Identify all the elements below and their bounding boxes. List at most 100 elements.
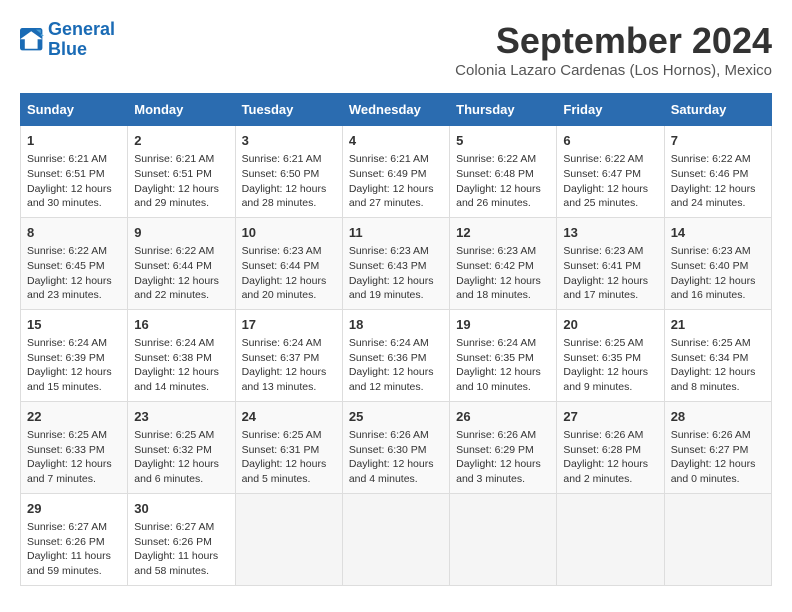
calendar-cell: 11 Sunrise: 6:23 AM Sunset: 6:43 PM Dayligh… (342, 217, 449, 309)
day-number: 1 (27, 132, 121, 150)
sunrise-text: Sunrise: 6:27 AM (134, 521, 214, 533)
day-number: 25 (349, 408, 443, 426)
calendar-cell: 18Sunrise: 6:24 AMSunset: 6:36 PMDayligh… (342, 309, 449, 401)
sunrise-text: Sunrise: 6:23 AM (242, 245, 322, 257)
calendar-cell: 8Sunrise: 6:22 AMSunset: 6:45 PMDaylight… (21, 217, 128, 309)
sunset-text: Sunset: 6:40 PM (671, 260, 749, 272)
sunrise-text: Sunrise: 6:22 AM (134, 245, 214, 257)
daylight-text: Daylight: 12 hours and 13 minutes. (242, 366, 327, 393)
sunset-text: Sunset: 6:47 PM (563, 168, 641, 180)
daylight-text: Daylight: 12 hours and 6 minutes. (134, 458, 219, 485)
sunrise-text: Sunrise: 6:23 AM (563, 245, 643, 257)
day-number: 27 (563, 408, 657, 426)
calendar-week-row: 15Sunrise: 6:24 AMSunset: 6:39 PMDayligh… (21, 309, 772, 401)
calendar-cell: 28Sunrise: 6:26 AMSunset: 6:27 PMDayligh… (664, 401, 771, 493)
calendar-cell: 24Sunrise: 6:25 AMSunset: 6:31 PMDayligh… (235, 401, 342, 493)
sunrise-text: Sunrise: 6:23 AM (349, 245, 429, 257)
logo: General Blue (20, 20, 115, 60)
calendar-week-row: 1 Sunrise: 6:21 AM Sunset: 6:51 PM Daylight… (21, 126, 772, 218)
weekday-header-sunday: Sunday (21, 94, 128, 126)
calendar-header: SundayMondayTuesdayWednesdayThursdayFrid… (21, 94, 772, 126)
logo-text: General Blue (48, 20, 115, 60)
calendar-cell (450, 493, 557, 585)
day-number: 20 (563, 316, 657, 334)
sunset-text: Sunset: 6:48 PM (456, 168, 534, 180)
sunrise-text: Sunrise: 6:21 AM (134, 153, 214, 165)
calendar-cell: 26Sunrise: 6:26 AMSunset: 6:29 PMDayligh… (450, 401, 557, 493)
weekday-header-saturday: Saturday (664, 94, 771, 126)
daylight-text: Daylight: 11 hours and 59 minutes. (27, 550, 111, 577)
day-number: 26 (456, 408, 550, 426)
sunset-text: Sunset: 6:39 PM (27, 352, 105, 364)
daylight-text: Daylight: 12 hours and 3 minutes. (456, 458, 541, 485)
daylight-text: Daylight: 12 hours and 8 minutes. (671, 366, 756, 393)
day-number: 9 (134, 224, 228, 242)
day-number: 13 (563, 224, 657, 242)
daylight-text: Daylight: 12 hours and 0 minutes. (671, 458, 756, 485)
daylight-text: Daylight: 11 hours and 58 minutes. (134, 550, 218, 577)
sunset-text: Sunset: 6:35 PM (456, 352, 534, 364)
weekday-header-friday: Friday (557, 94, 664, 126)
calendar-cell: 2 Sunrise: 6:21 AM Sunset: 6:51 PM Daylight… (128, 126, 235, 218)
daylight-text: Daylight: 12 hours and 5 minutes. (242, 458, 327, 485)
day-number: 11 (349, 224, 443, 242)
calendar-cell: 16Sunrise: 6:24 AMSunset: 6:38 PMDayligh… (128, 309, 235, 401)
sunrise-text: Sunrise: 6:22 AM (671, 153, 751, 165)
calendar-cell: 4Sunrise: 6:21 AMSunset: 6:49 PMDaylight… (342, 126, 449, 218)
calendar-week-row: 8Sunrise: 6:22 AMSunset: 6:45 PMDaylight… (21, 217, 772, 309)
sunrise-text: Sunrise: 6:25 AM (563, 337, 643, 349)
calendar-cell: 21Sunrise: 6:25 AMSunset: 6:34 PMDayligh… (664, 309, 771, 401)
daylight-text: Daylight: 12 hours and 17 minutes. (563, 275, 648, 302)
daylight-text: Daylight: 12 hours and 9 minutes. (563, 366, 648, 393)
logo-line1: General (48, 19, 115, 39)
weekday-header-wednesday: Wednesday (342, 94, 449, 126)
calendar-week-row: 22Sunrise: 6:25 AMSunset: 6:33 PMDayligh… (21, 401, 772, 493)
calendar-cell: 10Sunrise: 6:23 AMSunset: 6:44 PMDayligh… (235, 217, 342, 309)
sunrise-text: Sunrise: 6:22 AM (27, 245, 107, 257)
calendar-cell: 15Sunrise: 6:24 AMSunset: 6:39 PMDayligh… (21, 309, 128, 401)
day-number: 24 (242, 408, 336, 426)
day-number: 4 (349, 132, 443, 150)
sunset-text: Sunset: 6:51 PM (27, 168, 105, 180)
sunset-text: Sunset: 6:34 PM (671, 352, 749, 364)
sunset-text: Sunset: 6:41 PM (563, 260, 641, 272)
sunrise-text: Sunrise: 6:23 AM (671, 245, 751, 257)
day-number: 28 (671, 408, 765, 426)
day-number: 12 (456, 224, 550, 242)
weekday-header-monday: Monday (128, 94, 235, 126)
sunset-text: Sunset: 6:26 PM (27, 536, 105, 548)
calendar-cell: 23Sunrise: 6:25 AMSunset: 6:32 PMDayligh… (128, 401, 235, 493)
sunrise-text: Sunrise: 6:26 AM (563, 429, 643, 441)
sunrise-text: Sunrise: 6:21 AM (27, 153, 107, 165)
day-number: 2 (134, 132, 228, 150)
sunrise-text: Sunrise: 6:25 AM (242, 429, 322, 441)
calendar-cell: 25Sunrise: 6:26 AMSunset: 6:30 PMDayligh… (342, 401, 449, 493)
daylight-text: Daylight: 12 hours and 29 minutes. (134, 183, 219, 210)
sunrise-text: Sunrise: 6:25 AM (134, 429, 214, 441)
sunset-text: Sunset: 6:35 PM (563, 352, 641, 364)
day-number: 29 (27, 500, 121, 518)
sunset-text: Sunset: 6:36 PM (349, 352, 427, 364)
day-number: 10 (242, 224, 336, 242)
day-number: 15 (27, 316, 121, 334)
sunrise-text: Sunrise: 6:22 AM (563, 153, 643, 165)
day-number: 6 (563, 132, 657, 150)
sunset-text: Sunset: 6:43 PM (349, 260, 427, 272)
daylight-text: Daylight: 12 hours and 18 minutes. (456, 275, 541, 302)
calendar-cell: 1Sunrise: 6:21 AMSunset: 6:51 PMDaylight… (21, 126, 128, 218)
sunset-text: Sunset: 6:27 PM (671, 444, 749, 456)
sunset-text: Sunset: 6:37 PM (242, 352, 320, 364)
daylight-text: Daylight: 12 hours and 28 minutes. (242, 183, 327, 210)
daylight-text: Daylight: 12 hours and 19 minutes. (349, 275, 434, 302)
calendar-body: 1 Sunrise: 6:21 AM Sunset: 6:51 PM Daylight… (21, 126, 772, 586)
calendar-cell: 29Sunrise: 6:27 AMSunset: 6:26 PMDayligh… (21, 493, 128, 585)
sunset-text: Sunset: 6:30 PM (349, 444, 427, 456)
logo-icon (20, 28, 44, 52)
sunset-text: Sunset: 6:32 PM (134, 444, 212, 456)
sunset-text: Sunset: 6:42 PM (456, 260, 534, 272)
title-section: September 2024 Colonia Lazaro Cardenas (… (455, 20, 772, 79)
sunset-text: Sunset: 6:46 PM (671, 168, 749, 180)
sunrise-text: Sunrise: 6:26 AM (349, 429, 429, 441)
sunset-text: Sunset: 6:28 PM (563, 444, 641, 456)
sunset-text: Sunset: 6:51 PM (134, 168, 212, 180)
